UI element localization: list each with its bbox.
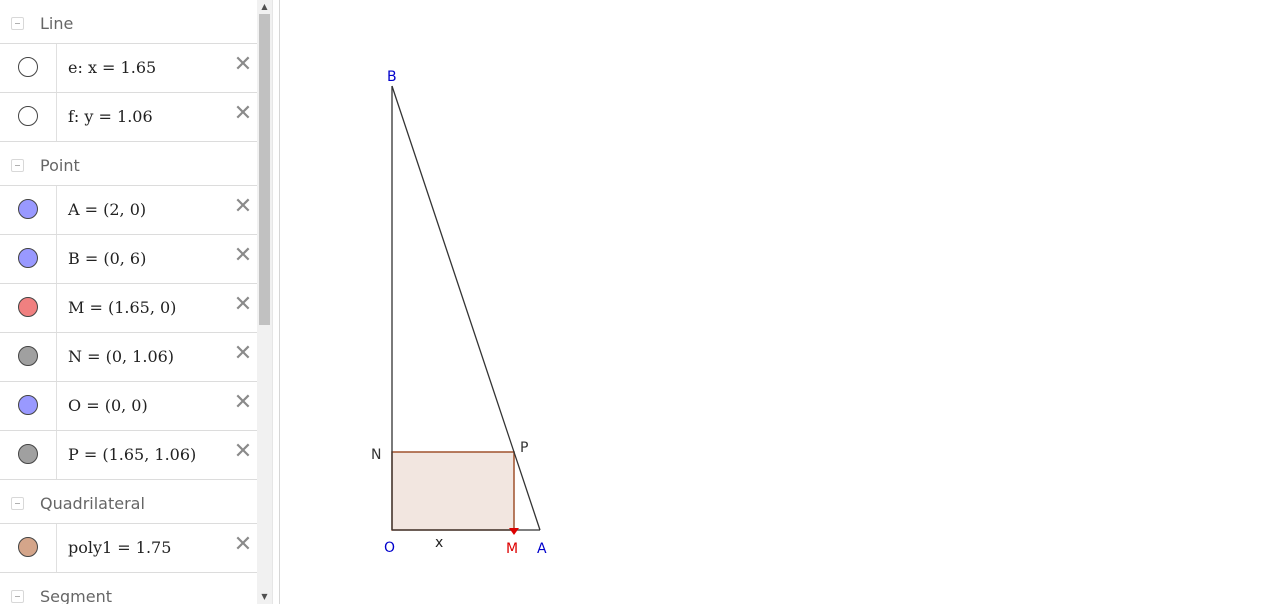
visibility-toggle-icon[interactable] [18,444,38,464]
algebra-item[interactable]: M = (1.65, 0) ✕ [0,284,257,333]
delete-icon[interactable]: ✕ [233,294,253,316]
algebra-item[interactable]: e: x = 1.65 ✕ [0,44,257,93]
label-o: O [384,540,395,556]
delete-icon[interactable]: ✕ [233,245,253,267]
marble-cell[interactable] [0,524,57,572]
group-header-quadrilateral[interactable]: Quadrilateral [0,480,257,524]
label-m: M [506,541,518,557]
visibility-toggle-icon[interactable] [18,248,38,268]
algebra-item[interactable]: A = (2, 0) ✕ [0,186,257,235]
visibility-toggle-icon[interactable] [18,395,38,415]
marble-cell[interactable] [0,186,57,234]
algebra-expression[interactable]: N = (0, 1.06) [68,347,174,366]
scroll-up-icon[interactable]: ▲ [257,0,272,14]
algebra-item[interactable]: poly1 = 1.75 ✕ [0,524,257,573]
algebra-expression[interactable]: f: y = 1.06 [68,107,153,126]
delete-icon[interactable]: ✕ [233,441,253,463]
delete-icon[interactable]: ✕ [233,196,253,218]
marble-cell[interactable] [0,431,57,479]
label-a: A [537,541,547,557]
algebra-list: Line e: x = 1.65 ✕ f: y = 1.06 ✕ Point A = (2,… [0,0,257,604]
visibility-toggle-icon[interactable] [18,57,38,77]
marble-cell[interactable] [0,235,57,283]
marble-cell[interactable] [0,44,57,92]
marble-cell[interactable] [0,93,57,141]
group-header-point[interactable]: Point [0,142,257,186]
delete-icon[interactable]: ✕ [233,54,253,76]
delete-icon[interactable]: ✕ [233,534,253,556]
point-m-marker[interactable] [509,528,519,535]
marble-cell[interactable] [0,284,57,332]
visibility-toggle-icon[interactable] [18,537,38,557]
delete-icon[interactable]: ✕ [233,103,253,125]
algebra-view: Line e: x = 1.65 ✕ f: y = 1.06 ✕ Point A = (2,… [0,0,272,604]
algebra-scrollbar[interactable]: ▲ ▼ [257,0,272,604]
collapse-icon[interactable] [11,17,24,30]
graphics-view[interactable]: B N P O x M A [280,0,1280,604]
label-p: P [520,440,528,456]
group-header-label: Segment [40,587,112,604]
group-header-label: Quadrilateral [40,494,145,513]
scroll-thumb[interactable] [259,14,270,325]
algebra-expression[interactable]: B = (0, 6) [68,249,146,268]
algebra-expression[interactable]: poly1 = 1.75 [68,538,171,557]
visibility-toggle-icon[interactable] [18,297,38,317]
group-header-segment[interactable]: Segment [0,573,257,604]
algebra-expression[interactable]: A = (2, 0) [68,200,146,219]
visibility-toggle-icon[interactable] [18,346,38,366]
algebra-expression[interactable]: O = (0, 0) [68,396,148,415]
graphics-canvas[interactable]: B N P O x M A [280,0,1280,604]
algebra-item[interactable]: f: y = 1.06 ✕ [0,93,257,142]
visibility-toggle-icon[interactable] [18,199,38,219]
algebra-item[interactable]: B = (0, 6) ✕ [0,235,257,284]
algebra-item[interactable]: N = (0, 1.06) ✕ [0,333,257,382]
poly1-shape[interactable] [391,451,515,531]
label-b: B [387,69,397,85]
algebra-expression[interactable]: M = (1.65, 0) [68,298,176,317]
label-x: x [435,535,443,551]
marble-cell[interactable] [0,333,57,381]
scroll-down-icon[interactable]: ▼ [257,590,272,604]
label-n: N [371,447,381,463]
visibility-toggle-icon[interactable] [18,106,38,126]
algebra-item[interactable]: P = (1.65, 1.06) ✕ [0,431,257,480]
view-divider[interactable] [272,0,280,604]
marble-cell[interactable] [0,382,57,430]
delete-icon[interactable]: ✕ [233,343,253,365]
algebra-expression[interactable]: P = (1.65, 1.06) [68,445,196,464]
algebra-expression[interactable]: e: x = 1.65 [68,58,156,77]
collapse-icon[interactable] [11,159,24,172]
collapse-icon[interactable] [11,590,24,603]
delete-icon[interactable]: ✕ [233,392,253,414]
group-header-line[interactable]: Line [0,0,257,44]
group-header-label: Line [40,14,74,33]
collapse-icon[interactable] [11,497,24,510]
group-header-label: Point [40,156,80,175]
algebra-item[interactable]: O = (0, 0) ✕ [0,382,257,431]
